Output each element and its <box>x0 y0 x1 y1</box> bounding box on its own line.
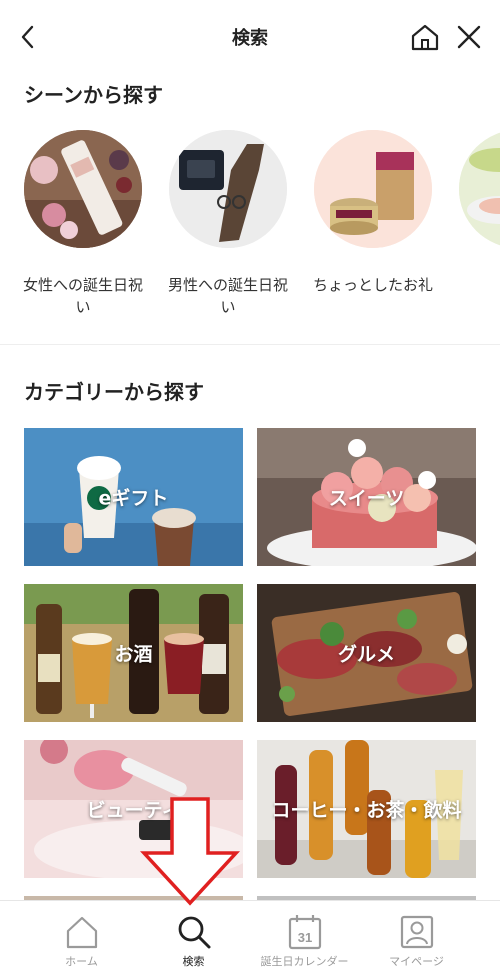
category-tile-sweets[interactable]: スイーツ <box>257 428 476 566</box>
tab-label: マイページ <box>389 955 444 968</box>
category-tile-alcohol[interactable]: お酒 <box>24 584 243 722</box>
category-tile-gourmet[interactable]: グルメ <box>257 584 476 722</box>
search-icon <box>178 916 211 949</box>
category-label: eギフト <box>98 487 169 510</box>
category-label: グルメ <box>337 643 395 666</box>
scene-label: 女性への誕生日祝い <box>22 276 143 316</box>
scene-item-women-birthday[interactable]: 女性への誕生日祝い <box>18 128 148 318</box>
tab-label: ホーム <box>65 955 98 968</box>
tab-search[interactable]: 検索 <box>131 901 256 980</box>
scene-image-women-birthday <box>24 130 142 248</box>
scene-section-title: シーンから探す <box>24 83 163 107</box>
scene-image-men-birthday <box>169 130 287 248</box>
home-icon[interactable] <box>409 22 441 52</box>
calendar-icon: 31 <box>288 915 322 950</box>
tab-label: 検索 <box>182 955 205 968</box>
category-label: お酒 <box>114 643 153 666</box>
category-label: スイーツ <box>328 487 405 510</box>
category-label: コーヒー・お茶・飲料 <box>271 799 462 822</box>
calendar-number: 31 <box>298 930 312 945</box>
tab-mypage[interactable]: マイページ <box>354 901 479 980</box>
category-tile-egift[interactable]: eギフト <box>24 428 243 566</box>
scene-label: ちょっとしたお礼 <box>312 276 433 294</box>
scene-label: お <box>453 274 500 296</box>
category-section-title: カテゴリーから探す <box>24 380 204 404</box>
tab-home[interactable]: ホーム <box>19 901 144 980</box>
bottom-tab-bar: ホーム 検索 31 誕生日カレンダー マイページ <box>0 900 500 980</box>
scene-image-small-thanks <box>314 130 432 248</box>
scene-label: 男性への誕生日祝い <box>167 276 288 316</box>
red-down-arrow-icon <box>140 797 240 906</box>
category-tile-coffee-tea-drinks[interactable]: コーヒー・お茶・飲料 <box>257 740 476 878</box>
profile-icon <box>400 915 434 949</box>
header: 検索 <box>0 0 500 75</box>
section-divider <box>0 344 500 345</box>
home-icon <box>66 916 98 949</box>
scene-image-partial <box>459 130 500 248</box>
tab-label: 誕生日カレンダー <box>260 955 349 968</box>
scene-carousel[interactable]: 女性への誕生日祝い 男性への誕生日祝い ちょっとしたお礼 <box>0 128 500 318</box>
scene-item-partial[interactable]: お <box>453 128 500 296</box>
close-icon[interactable] <box>454 22 484 52</box>
tab-birthday-calendar[interactable]: 31 誕生日カレンダー <box>242 901 367 980</box>
scene-item-men-birthday[interactable]: 男性への誕生日祝い <box>163 128 293 318</box>
scene-item-small-thanks[interactable]: ちょっとしたお礼 <box>308 128 438 296</box>
